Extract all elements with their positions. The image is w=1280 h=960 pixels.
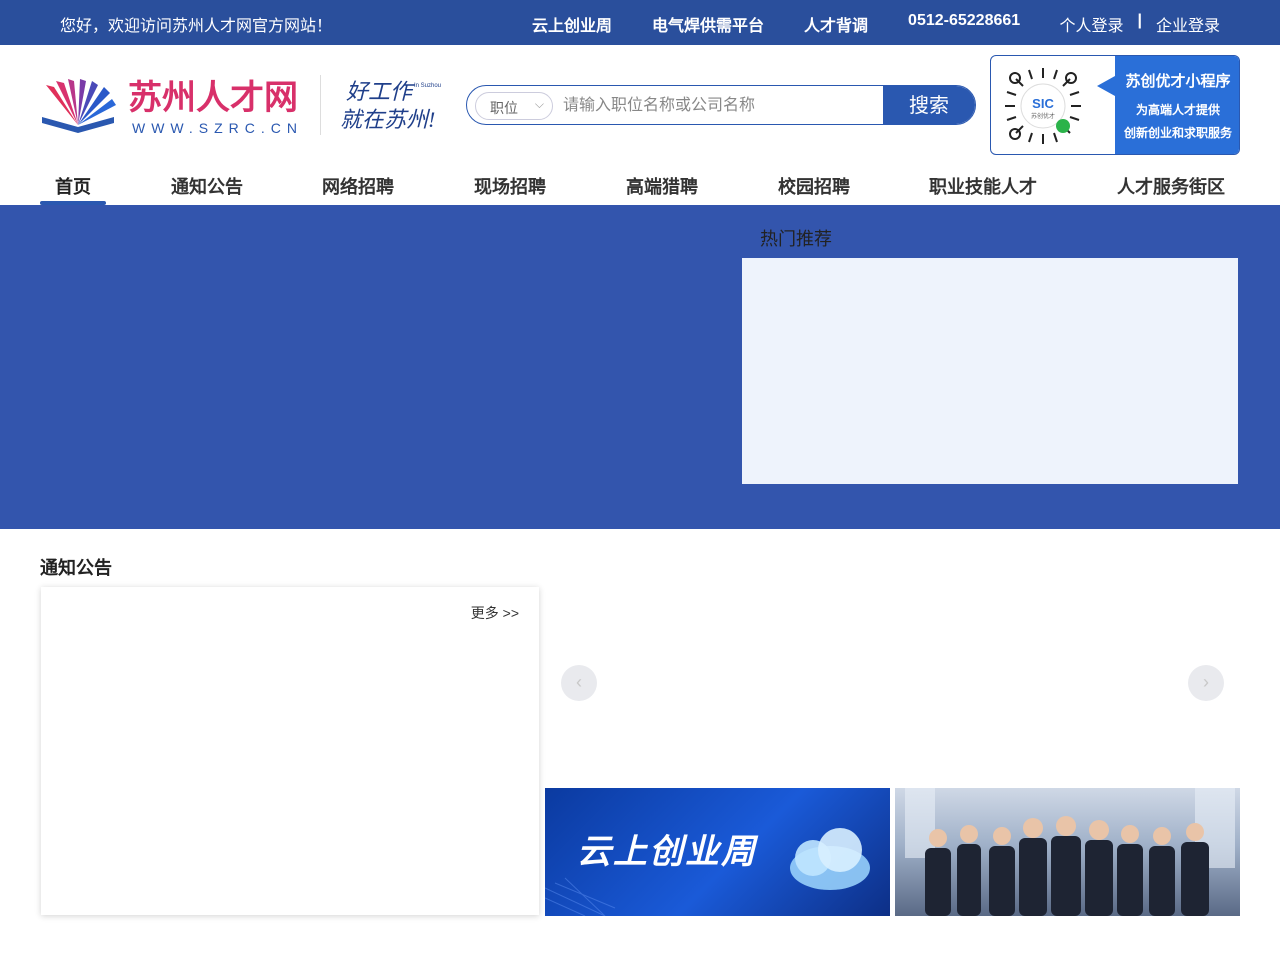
search-input[interactable] xyxy=(563,92,863,120)
top-link-cloud-week[interactable]: 云上创业周 xyxy=(532,12,612,36)
miniprogram-line-2: 创新创业和求职服务 xyxy=(1123,126,1232,140)
slogan-small: In Suzhou xyxy=(414,83,441,89)
carousel-prev-button[interactable]: ‹ xyxy=(561,665,597,701)
promo-banner-team-photo[interactable] xyxy=(895,788,1240,916)
nav-item-service-street[interactable]: 人才服务街区 xyxy=(1117,173,1225,199)
miniprogram-info: 苏创优才小程序 为高端人才提供 创新创业和求职服务 xyxy=(1097,56,1239,154)
top-bar: 您好，欢迎访问苏州人才网官方网站！ 云上创业周 电气焊供需平台 人才背调 051… xyxy=(0,0,1280,45)
qr-center-label: SIC xyxy=(1032,96,1054,111)
personal-login-link[interactable]: 个人登录 xyxy=(1059,12,1123,36)
login-links: 个人登录 | 企业登录 xyxy=(1059,12,1220,36)
login-separator: | xyxy=(1137,12,1142,29)
nav-item-onsite-recruitment[interactable]: 现场招聘 xyxy=(474,173,546,199)
main-nav: 首页 通知公告 网络招聘 现场招聘 高端猎聘 校园招聘 职业技能人才 人才服务街… xyxy=(0,165,1280,205)
slogan-line-2: 就在苏州! xyxy=(340,107,435,132)
miniprogram-card[interactable]: SIC 苏创优才 苏创优才小程序 为高端人才提供 创新创业和求职服务 xyxy=(990,55,1240,155)
search-button[interactable]: 搜索 xyxy=(883,86,975,124)
miniprogram-qr-code: SIC 苏创优才 xyxy=(1001,64,1085,148)
miniprogram-line-1: 为高端人才提供 xyxy=(1135,103,1220,117)
nav-item-skilled-talent[interactable]: 职业技能人才 xyxy=(929,173,1037,199)
search-bar: 职位 ⌵ 搜索 xyxy=(466,85,976,125)
top-link-welding-platform[interactable]: 电气焊供需平台 xyxy=(652,12,764,36)
promo-cloud-week-text: 云上创业周 xyxy=(577,833,757,871)
search-type-label: 职位 xyxy=(490,100,518,116)
qr-center-sub: 苏创优才 xyxy=(1031,112,1055,120)
slogan-graphic: 好工作 In Suzhou 就在苏州! xyxy=(340,73,450,137)
top-links: 云上创业周 电气焊供需平台 人才背调 0512-65228661 xyxy=(532,12,1060,36)
notice-card: 更多 >> xyxy=(41,587,539,915)
welcome-text: 您好，欢迎访问苏州人才网官方网站！ xyxy=(60,18,333,35)
business-team-image xyxy=(925,816,1209,916)
search-type-select[interactable]: 职位 ⌵ xyxy=(475,92,553,120)
hot-recommend-title: 热门推荐 xyxy=(760,229,832,249)
carousel-next-button[interactable]: › xyxy=(1188,665,1224,701)
logo-divider xyxy=(320,75,321,135)
chevron-down-icon: ⌵ xyxy=(534,97,544,111)
company-login-link[interactable]: 企业登录 xyxy=(1156,12,1220,36)
top-link-background-check[interactable]: 人才背调 xyxy=(804,12,868,36)
hero-banner: 热门推荐 xyxy=(0,205,1280,529)
cloud-icon xyxy=(790,828,870,890)
book-logo-icon xyxy=(42,79,116,133)
miniprogram-title: 苏创优才小程序 xyxy=(1125,73,1231,90)
nav-item-headhunting[interactable]: 高端猎聘 xyxy=(626,173,698,199)
notice-section-title: 通知公告 xyxy=(40,558,112,578)
promo-banner-cloud-week[interactable]: 云上创业周 xyxy=(545,788,890,916)
hotline-number: 0512-65228661 xyxy=(908,12,1021,29)
hot-recommend-panel xyxy=(742,258,1238,484)
logo-brand-text: 苏州人才网 xyxy=(128,79,298,117)
nav-item-online-recruitment[interactable]: 网络招聘 xyxy=(322,173,394,199)
notice-more-link[interactable]: 更多 >> xyxy=(471,603,519,623)
site-logo[interactable]: 苏州人才网 WWW.SZRC.CN xyxy=(40,75,310,139)
nav-item-notices[interactable]: 通知公告 xyxy=(171,173,243,199)
logo-url-text: WWW.SZRC.CN xyxy=(132,120,303,136)
nav-item-home[interactable]: 首页 xyxy=(55,173,91,199)
slogan-line-1: 好工作 xyxy=(346,79,415,104)
header: 苏州人才网 WWW.SZRC.CN 好工作 In Suzhou 就在苏州! 职位… xyxy=(0,45,1280,165)
nav-item-campus-recruitment[interactable]: 校园招聘 xyxy=(778,173,850,199)
